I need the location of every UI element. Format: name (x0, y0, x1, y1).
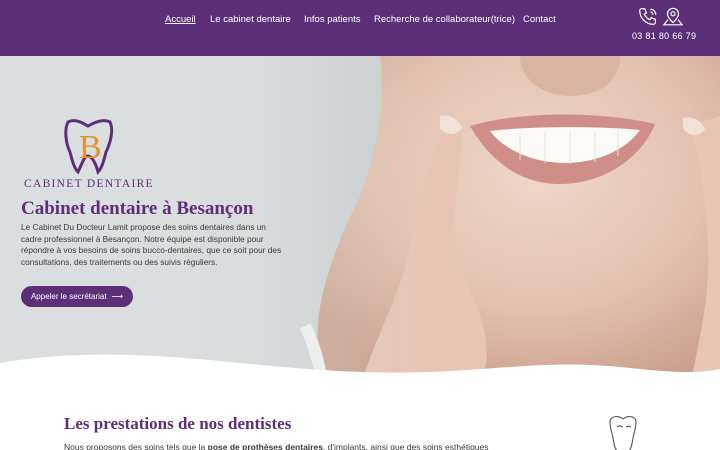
logo-mark: B (64, 119, 114, 175)
hero-smile-image (0, 56, 720, 386)
call-secretariat-button[interactable]: Appeler le secrétariat ⟶ (21, 286, 133, 307)
logo-text: CABINET DENTAIRE (24, 178, 154, 190)
services-title: Les prestations de nos dentistes (64, 414, 292, 433)
tooth-icon (609, 416, 637, 450)
nav-item-infos-patients[interactable]: Infos patients (304, 14, 361, 26)
nav-item-recherche[interactable]: Recherche de collaborateur(trice) (374, 14, 515, 26)
phone-number[interactable]: 03 81 80 66 79 (632, 31, 696, 41)
cta-label: Appeler le secrétariat (30, 292, 107, 301)
hero-description: Le Cabinet Du Docteur Lamit propose des … (21, 222, 282, 267)
map-pin-icon[interactable] (662, 6, 684, 28)
top-navigation-bar: Accueil Le cabinet dentaire Infos patien… (0, 0, 720, 56)
services-text-part: , d'implants, ainsi que des soins esthét… (322, 442, 489, 450)
nav-item-contact[interactable]: Contact (523, 14, 556, 26)
wave-divider (0, 354, 720, 386)
nav-item-accueil[interactable]: Accueil (165, 14, 196, 26)
services-text-part: Nous proposons des soins tels que la (64, 442, 208, 450)
hero-title: Cabinet dentaire à Besançon (21, 198, 254, 219)
arrow-right-icon: ⟶ (111, 292, 124, 301)
nav-item-cabinet[interactable]: Le cabinet dentaire (210, 14, 291, 26)
phone-icon[interactable] (637, 6, 659, 28)
contact-icons (637, 6, 685, 28)
services-text-bold[interactable]: pose de prothèses dentaires (208, 442, 323, 450)
services-text: Nous proposons des soins tels que la pos… (64, 442, 489, 450)
svg-text:B: B (79, 129, 102, 166)
hero-section: B CABINET DENTAIRE Cabinet dentaire à Be… (0, 56, 720, 386)
